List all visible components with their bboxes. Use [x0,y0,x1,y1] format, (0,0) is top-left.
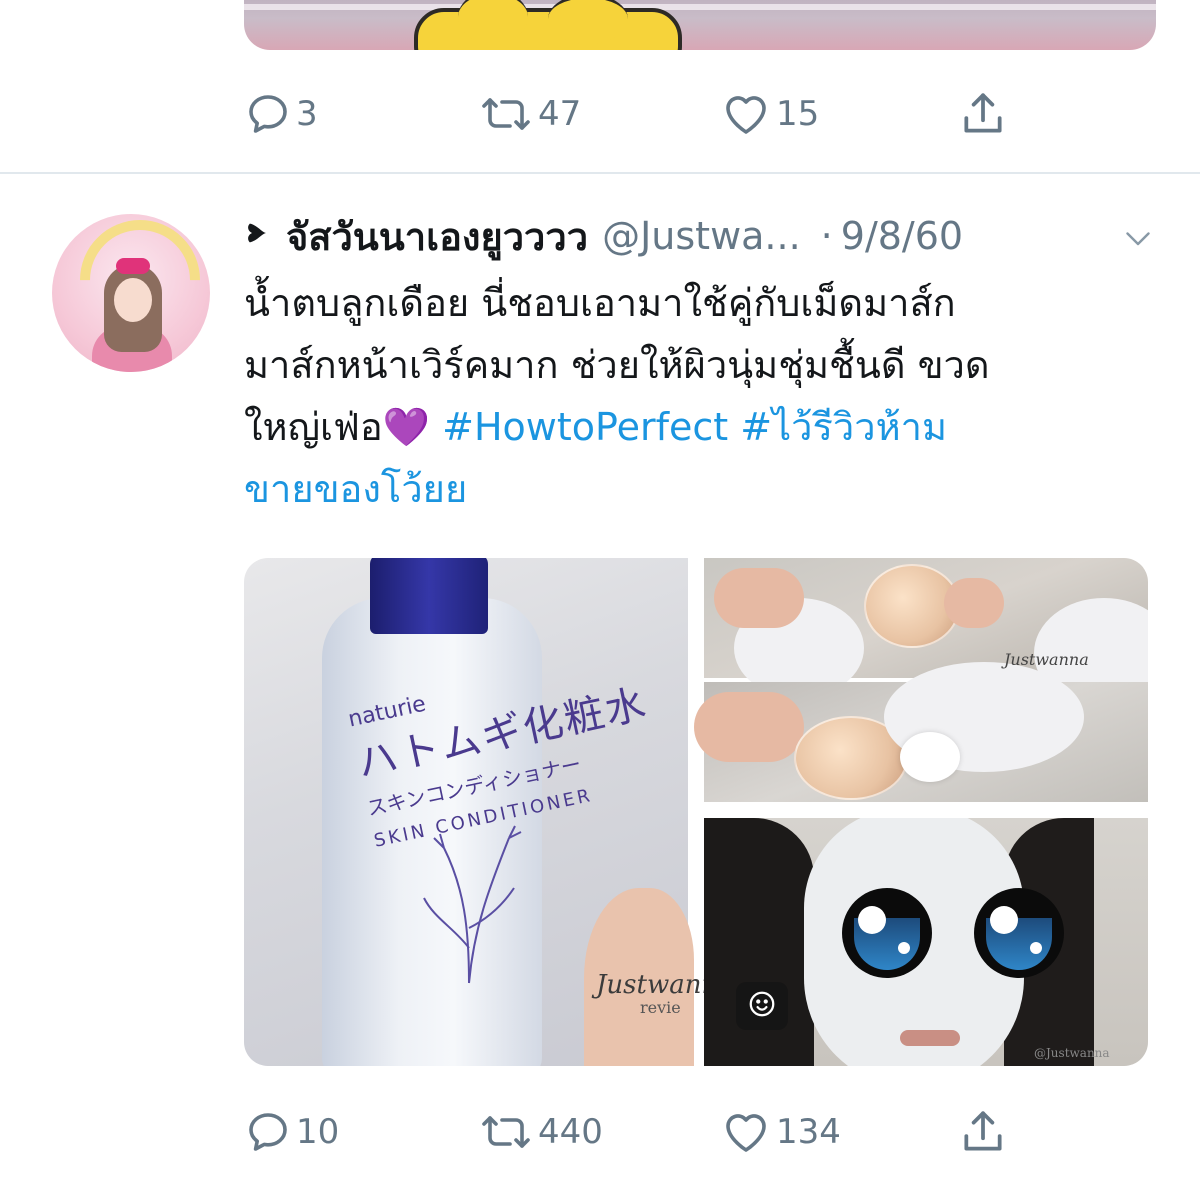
media-photo-capsule[interactable]: Justwanna [694,558,1148,802]
share-button[interactable] [958,1104,1008,1160]
retweet-count: 440 [538,1112,603,1152]
tweet-date[interactable]: 9/8/60 [841,214,963,258]
reply-button[interactable]: 10 [244,1104,339,1160]
watermark-text: Justwanna [1004,650,1089,669]
previous-tweet-media[interactable] [244,0,1156,50]
retweet-icon [478,90,534,138]
reply-count: 3 [296,94,318,134]
tweet-media-grid: naturie ハトムギ化粧水 スキンコンディショナー SKIN CONDITI… [244,558,1148,1066]
hashtag-review[interactable]: #ไว้รีวิวห้าม [740,405,947,449]
eye-shine-shape [858,906,886,934]
display-name[interactable]: จัสวันนาเองยูวววว [286,206,588,267]
tweet-actions: 10 440 134 [244,1104,1044,1160]
eye-shine-shape [898,942,910,954]
retweet-icon [478,1108,534,1156]
mouth-shape [900,1030,960,1046]
eye-shine-shape [1030,942,1042,954]
finger-shape [714,568,804,628]
reply-button[interactable]: 3 [244,86,318,142]
bottle-cap-shape [370,558,488,634]
like-button[interactable]: 15 [720,86,819,142]
avatar-face-shape [114,278,152,322]
finger-shape [944,578,1004,628]
retweet-count: 47 [538,94,582,134]
avatar-bow-shape [116,258,150,274]
retweet-button[interactable]: 440 [478,1104,603,1160]
hashtag-review-continued[interactable]: ขายของโว้ยย [244,458,1144,520]
media-photo-face-mask[interactable]: @Justwanna [704,818,1148,1066]
tweet-text-line: น้ำตบลูกเดือย นี่ชอบเอามาใช้คู่กับเม็ดมา… [244,281,956,325]
reply-count: 10 [296,1112,340,1152]
watermark-handle: @Justwanna [1034,1046,1110,1060]
media-shelf [244,4,1156,10]
media-cloud-shape [414,0,682,50]
sticker-icon [747,989,777,1023]
media-photo-capsule-bottom [694,662,1148,802]
cotton-pad-shape [900,732,960,782]
like-count: 134 [776,1112,841,1152]
share-icon [958,1107,1008,1157]
hashtag-howtoperfect[interactable]: #HowtoPerfect [442,405,728,449]
like-icon [720,1108,772,1156]
purple-heart-emoji: 💜 [382,405,431,449]
reply-icon [244,1108,292,1156]
header-separator: · [820,214,833,258]
like-icon [720,90,772,138]
eye-shine-shape [990,906,1018,934]
like-count: 15 [776,94,820,134]
watermark-subtext: revie [640,998,681,1017]
user-handle[interactable]: @Justwa... [602,214,801,258]
previous-tweet-actions: 3 47 15 [244,86,1044,142]
heart-marker-icon [244,219,274,254]
cartoon-eye-sticker [974,888,1064,978]
plant-illustration [423,825,522,984]
finger-shape [694,692,804,762]
tweet-divider [0,172,1200,174]
tweet-text: น้ำตบลูกเดือย นี่ชอบเอามาใช้คู่กับเม็ดมา… [244,272,1144,520]
tweet-text-line: ใหญ่เฟ่อ💜 #HowtoPerfect #ไว้รีวิวห้าม [244,396,1144,458]
watermark-text: Justwann [596,970,719,1000]
share-button[interactable] [958,86,1008,142]
tweet-text-line: มาส์กหน้าเวิร์คมาก ช่วยให้ผิวนุ่มชุ่มชื้… [244,343,990,387]
sticker-button[interactable] [736,982,788,1030]
like-button[interactable]: 134 [720,1104,841,1160]
chevron-down-icon[interactable] [1120,220,1156,265]
retweet-button[interactable]: 47 [478,86,581,142]
tweet-text-fragment: ใหญ่เฟ่อ [244,405,383,449]
share-icon [958,89,1008,139]
cartoon-eye-sticker [842,888,932,978]
media-photo-bottle[interactable]: naturie ハトムギ化粧水 スキンコンディショナー SKIN CONDITI… [244,558,718,1066]
reply-icon [244,90,292,138]
tweet-header: จัสวันนาเองยูวววว @Justwa... · 9/8/60 [244,208,1164,264]
avatar[interactable] [52,214,210,372]
